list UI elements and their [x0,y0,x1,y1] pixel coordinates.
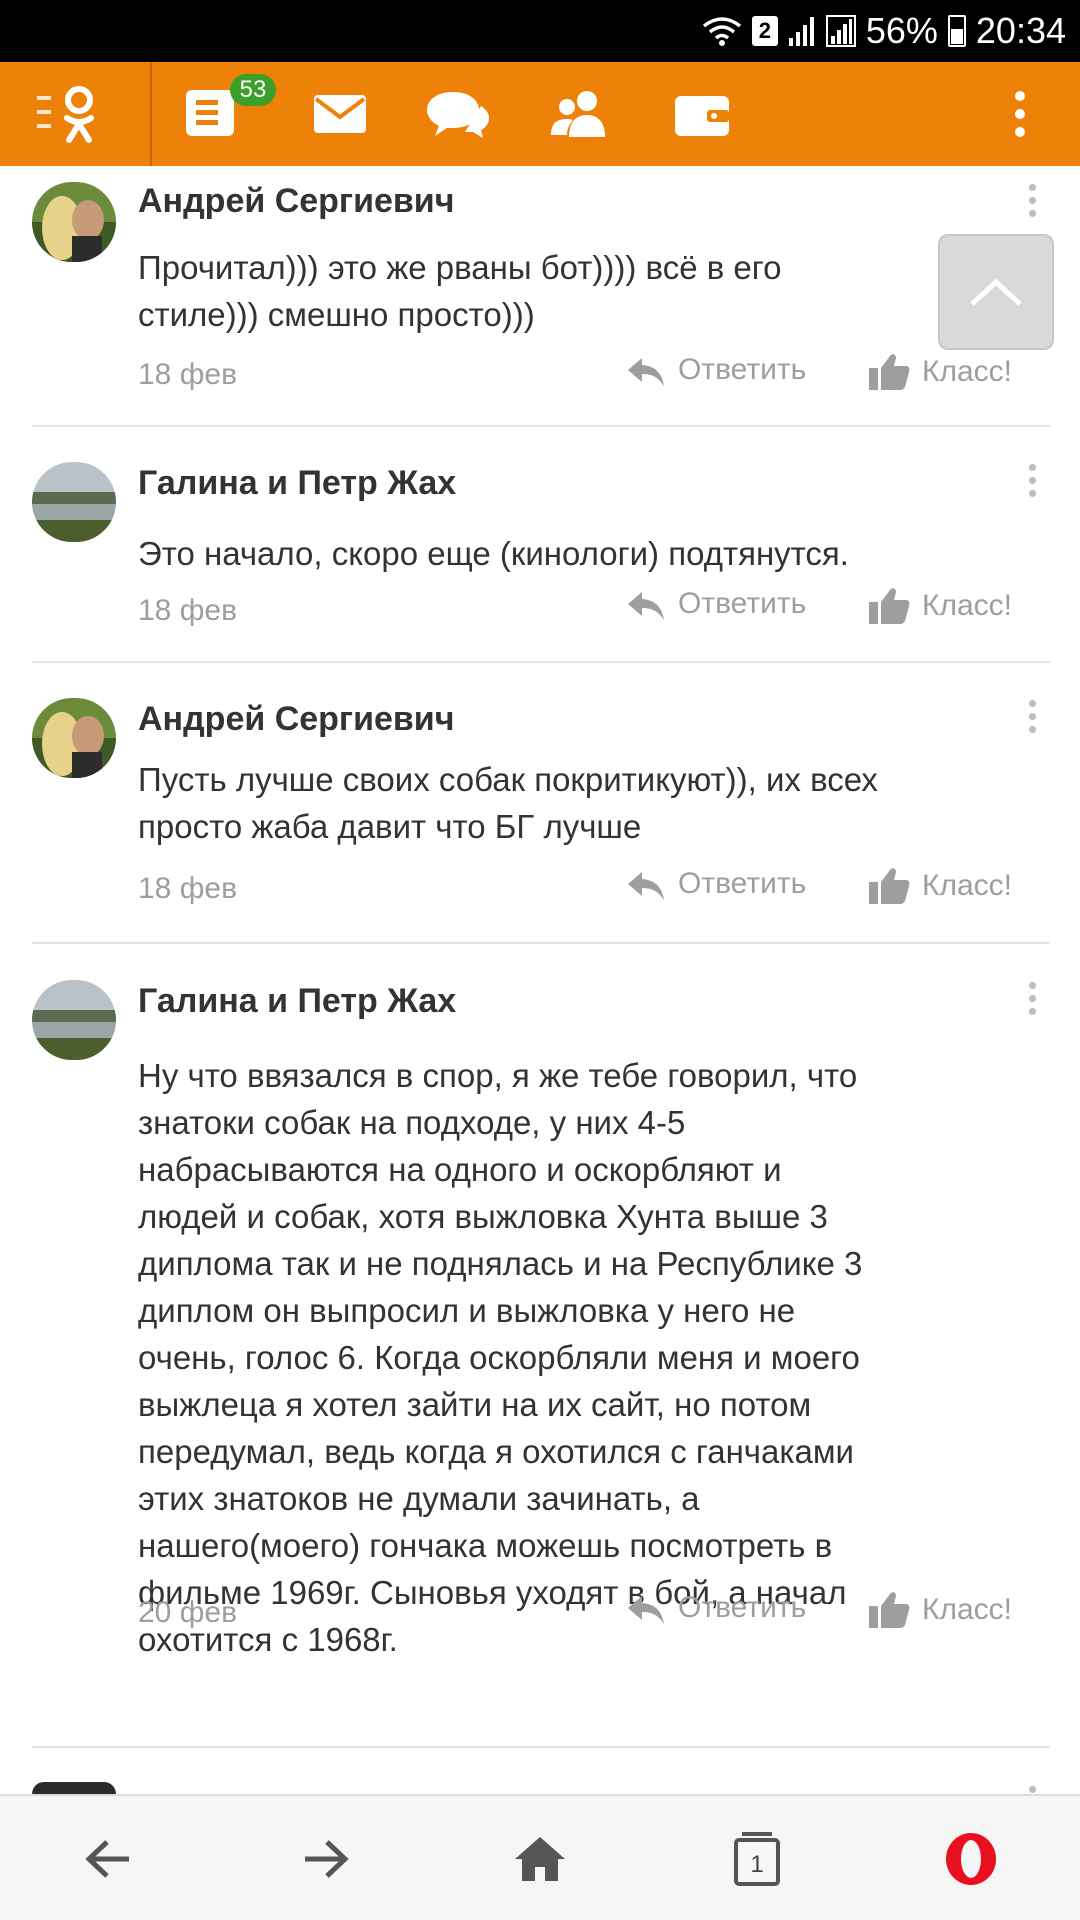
thumbs-up-icon [869,354,910,390]
forward-arrow-icon [305,1840,349,1878]
reply-icon [628,358,664,386]
battery-percent: 56% [865,10,938,51]
messages-button[interactable] [306,80,374,148]
wallet-icon [675,96,729,136]
reply-button[interactable]: Ответить [626,866,806,902]
like-label: Класс! [922,869,1012,902]
reply-button[interactable]: Ответить [626,1590,806,1626]
comment-author[interactable]: Андрей Сергиевич [138,700,454,739]
mail-icon [314,95,366,133]
avatar[interactable] [32,1782,116,1794]
friends-button[interactable] [548,80,616,148]
opera-menu-button[interactable] [936,1824,1006,1894]
comment-text: Это начало, скоро еще (кинологи) подтяну… [138,535,849,572]
avatar[interactable] [32,182,116,262]
payments-button[interactable] [668,80,736,148]
like-label: Класс! [922,1593,1012,1626]
avatar[interactable] [32,980,116,1060]
comment-divider [32,661,1050,663]
tab-count: 1 [750,1851,763,1878]
comment-author[interactable]: Галина и Петр Жах [138,464,456,503]
app-top-bar: 53 [0,62,1080,166]
comment-menu-button[interactable] [1026,700,1038,733]
comment-divider [32,942,1050,944]
like-label: Класс! [922,355,1012,388]
comment-date: 20 фев [138,1596,238,1629]
like-label: Класс! [922,589,1012,622]
avatar-photo [32,462,116,542]
ok-menu-icon [37,86,94,143]
reply-label: Ответить [678,353,807,386]
status-bar: 2 56% 20:34 [0,0,1080,62]
reply-button[interactable]: Ответить [626,586,806,622]
notifications-badge: 53 [230,74,276,106]
thumbs-up-icon [869,588,910,624]
signal-icon [825,15,856,47]
chat-icon [427,92,489,138]
comment-author[interactable]: Андрей Сергиевич [138,182,454,221]
thumbs-up-icon [869,1592,910,1628]
reply-label: Ответить [678,867,807,900]
scroll-to-top-button[interactable] [938,234,1054,350]
home-button[interactable] [505,1824,575,1894]
more-vertical-icon [1015,91,1025,137]
tabs-button[interactable]: 1 [722,1824,792,1894]
browser-bottom-bar: 1 [0,1794,1080,1920]
comment-divider [32,425,1050,427]
battery-icon [947,15,966,47]
comment-text: Прочитал))) это же рваны бот)))) всё в е… [138,249,782,333]
back-button[interactable] [74,1824,144,1894]
signal-icon [788,17,814,46]
comment-item: Галина и Петр Жах Это начало, скоро еще … [0,446,1080,680]
avatar[interactable] [32,462,116,542]
opera-logo-icon [946,1833,996,1885]
comment-menu-button[interactable] [1026,982,1038,1015]
comment-divider [32,1746,1050,1748]
reply-icon [628,592,664,620]
like-button[interactable]: Класс! [868,1590,1012,1630]
app-bar-divider [150,62,152,166]
like-button[interactable]: Класс! [868,866,1012,906]
tabs-icon: 1 [734,1832,780,1886]
status-indicators: 2 56% 20:34 [702,0,1066,62]
comment-author[interactable]: Галина и Петр Жах [138,982,456,1021]
forward-button[interactable] [290,1824,360,1894]
like-button[interactable]: Класс! [868,586,1012,626]
comment-text: Пусть лучше своих собак покритикуют)), и… [138,761,878,845]
clock: 20:34 [975,10,1066,51]
reply-icon [628,1596,664,1624]
friends-icon [551,91,605,137]
comment-text: Ну что ввязался в спор, я же тебе говори… [138,1057,863,1658]
comment-item: Андрей Сергиевич Пусть лучше своих собак… [0,682,1080,964]
avatar[interactable] [32,698,116,778]
reply-label: Ответить [678,587,807,620]
comment-menu-button[interactable] [1026,464,1038,497]
comments-feed[interactable]: Андрей Сергиевич Прочитал))) это же рван… [0,166,1080,1794]
comment-menu-button[interactable] [1026,184,1038,217]
overflow-menu-button[interactable] [986,80,1054,148]
comment-date: 18 фев [138,872,238,905]
back-arrow-icon [85,1840,129,1878]
sim-indicator: 2 [751,16,778,46]
wifi-icon [702,17,741,46]
discussions-button[interactable] [424,80,492,148]
comment-menu-button[interactable] [1026,1786,1038,1793]
ok-menu-button[interactable] [36,80,104,148]
thumbs-up-icon [869,868,910,904]
avatar-photo [32,980,116,1060]
chevron-up-icon [970,278,1022,306]
avatar-photo [32,698,116,778]
reply-button[interactable]: Ответить [626,352,806,388]
like-button[interactable]: Класс! [868,352,1012,392]
home-icon [515,1837,565,1881]
reply-icon [628,872,664,900]
comment-item: Галина и Петр Жах Ну что ввязался в спор… [0,964,1080,1764]
reply-label: Ответить [678,1591,807,1624]
comment-date: 18 фев [138,358,238,391]
comment-date: 18 фев [138,594,238,627]
comment-item: Андрей Сергиевич Прочитал))) это же рван… [0,166,1080,426]
avatar-photo [32,182,116,262]
